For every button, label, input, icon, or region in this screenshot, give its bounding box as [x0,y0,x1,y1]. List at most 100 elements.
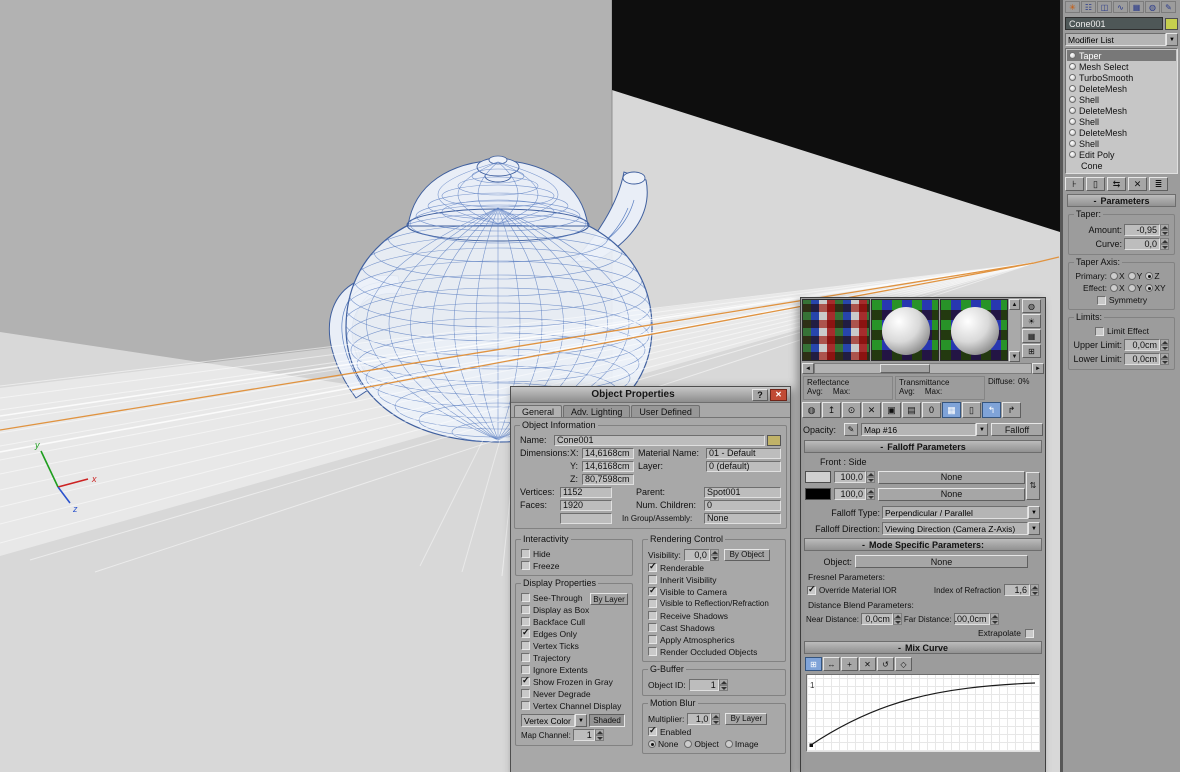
chevron-down-icon[interactable]: ▼ [1028,522,1040,535]
modifier-visibility-icon[interactable] [1069,140,1076,147]
show-end-result-icon[interactable]: ▯ [962,402,981,418]
scroll-down-icon[interactable]: ▼ [1009,351,1020,362]
front-amount-spinner[interactable]: 100,0 [834,471,875,483]
add-point-icon[interactable]: + [841,657,858,671]
effect-x-radio[interactable]: X [1110,283,1125,293]
scroll-up-icon[interactable]: ▲ [1009,299,1020,310]
modifier-stack-item[interactable]: Shell [1067,138,1176,149]
curve-editor-icon[interactable]: ∿ [1113,1,1128,13]
extrapolate-checkbox[interactable] [1025,628,1034,638]
move-point-icon[interactable]: ⊞ [805,657,822,671]
show-end-result-button[interactable]: ▯ [1086,177,1105,191]
edges-only-checkbox[interactable] [521,627,530,638]
receive-shadows-checkbox[interactable] [648,611,657,620]
modifier-stack-item[interactable]: Shell [1067,116,1176,127]
multiplier-spinner[interactable]: 1,0 [687,712,721,725]
assign-to-selection-icon[interactable]: ⊙ [842,402,861,418]
chevron-down-icon[interactable]: ▼ [1166,33,1178,46]
motion-blur-by-layer-button[interactable]: By Layer [725,712,768,725]
modifier-visibility-icon[interactable] [1069,85,1076,92]
modifier-stack-item[interactable]: Mesh Select [1067,61,1176,72]
render-setup-icon[interactable]: ✎ [1161,1,1176,13]
modifier-stack-item-base[interactable]: Cone [1067,160,1176,171]
parameters-rollout-header[interactable]: - Parameters [1067,194,1176,207]
modifier-visibility-icon[interactable] [1069,107,1076,114]
modifier-stack-item[interactable]: Edit Poly [1067,149,1176,160]
cast-shadows-checkbox[interactable] [648,623,657,632]
falloff-type-dropdown[interactable]: Perpendicular / Parallel ▼ [882,506,1040,519]
scrollbar-track[interactable] [814,363,1032,374]
put-to-scene-icon[interactable]: ↥ [822,402,841,418]
material-id-icon[interactable]: 0 [922,402,941,418]
align-icon[interactable]: ☷ [1081,1,1096,13]
dialog-titlebar[interactable]: Object Properties ? ✕ [511,387,790,403]
scroll-left-icon[interactable]: ◄ [802,363,814,374]
material-editor-icon[interactable]: ◍ [1145,1,1160,13]
visible-to-reflection-checkbox[interactable] [648,599,657,608]
side-color-swatch[interactable] [805,488,831,500]
amount-spinner[interactable]: -0,95 [1124,223,1169,236]
smooth-point-icon[interactable]: ◇ [895,657,912,671]
mix-curve-editor[interactable]: 1 [806,674,1040,752]
modifier-stack-item[interactable]: Taper [1067,50,1176,61]
falloff-parameters-rollout-header[interactable]: - Falloff Parameters [804,440,1042,453]
name-field[interactable]: Cone001 [554,434,765,446]
map-name-dropdown[interactable]: Map #16 ▼ [861,423,988,436]
tab-adv-lighting[interactable]: Adv. Lighting [563,405,631,417]
modifier-visibility-icon[interactable] [1069,96,1076,103]
render-occluded-objects-checkbox[interactable] [648,647,657,656]
motion-blur-enabled-checkbox[interactable] [648,725,657,736]
visibility-by-object-button[interactable]: By Object [723,548,770,561]
effect-y-radio[interactable]: Y [1127,283,1142,293]
motion-blur-none-radio[interactable]: None [648,739,678,749]
visibility-spinner[interactable]: 0,0 [683,548,719,561]
map-type-button[interactable]: Falloff [991,423,1043,436]
mirror-icon[interactable]: ✳ [1065,1,1080,13]
material-sample-slot[interactable] [802,299,870,361]
show-map-in-viewport-icon[interactable]: ▦ [942,402,961,418]
ignore-extents-checkbox[interactable] [521,665,530,674]
lower-limit-spinner[interactable]: 0,0cm [1124,352,1169,365]
inherit-visibility-checkbox[interactable] [648,575,657,584]
eyedropper-icon[interactable]: ✎ [844,423,858,436]
delete-point-icon[interactable]: ✕ [859,657,876,671]
chevron-down-icon[interactable]: ▼ [575,714,587,727]
make-unique-button[interactable]: ⇆ [1107,177,1126,191]
front-map-button[interactable]: None [878,470,1025,484]
tab-general[interactable]: General [514,405,563,417]
renderable-checkbox[interactable] [648,561,657,572]
display-as-box-checkbox[interactable] [521,605,530,614]
modifier-visibility-icon[interactable] [1069,52,1076,59]
layer-manager-icon[interactable]: ◫ [1097,1,1112,13]
help-icon[interactable]: ? [752,388,768,401]
falloff-direction-dropdown[interactable]: Viewing Direction (Camera Z-Axis) ▼ [882,522,1040,535]
backface-cull-checkbox[interactable] [521,617,530,626]
close-icon[interactable]: ✕ [770,388,787,401]
remove-modifier-button[interactable]: ✕ [1128,177,1147,191]
apply-atmospherics-checkbox[interactable] [648,635,657,644]
near-distance-spinner[interactable]: 0,0cm [860,613,902,625]
make-unique-icon[interactable]: ▣ [882,402,901,418]
hide-checkbox[interactable] [521,549,530,558]
sample-vertical-scrollbar[interactable]: ▲ ▼ [1009,299,1020,362]
modifier-visibility-icon[interactable] [1069,151,1076,158]
background-icon[interactable]: ▦ [1022,329,1041,343]
vertex-color-dropdown[interactable]: Vertex Color ▼ [521,714,587,727]
freeze-checkbox[interactable] [521,561,530,570]
upper-limit-spinner[interactable]: 0,0cm [1124,338,1169,351]
never-degrade-checkbox[interactable] [521,689,530,698]
modifier-stack-item[interactable]: Shell [1067,94,1176,105]
ior-spinner[interactable]: 1,6 [1004,584,1039,596]
modifier-visibility-icon[interactable] [1069,118,1076,125]
primary-y-radio[interactable]: Y [1127,271,1142,281]
scale-point-icon[interactable]: ↔ [823,657,840,671]
effect-xy-radio[interactable]: XY [1145,283,1166,293]
modifier-visibility-icon[interactable] [1069,129,1076,136]
vertex-channel-display-checkbox[interactable] [521,701,530,710]
side-map-button[interactable]: None [878,487,1025,501]
object-name-field[interactable]: Cone001 [1065,17,1163,30]
front-color-swatch[interactable] [805,471,831,483]
side-amount-spinner[interactable]: 100,0 [834,488,875,500]
modifier-stack-item[interactable]: DeleteMesh [1067,127,1176,138]
motion-blur-object-radio[interactable]: Object [684,739,719,749]
